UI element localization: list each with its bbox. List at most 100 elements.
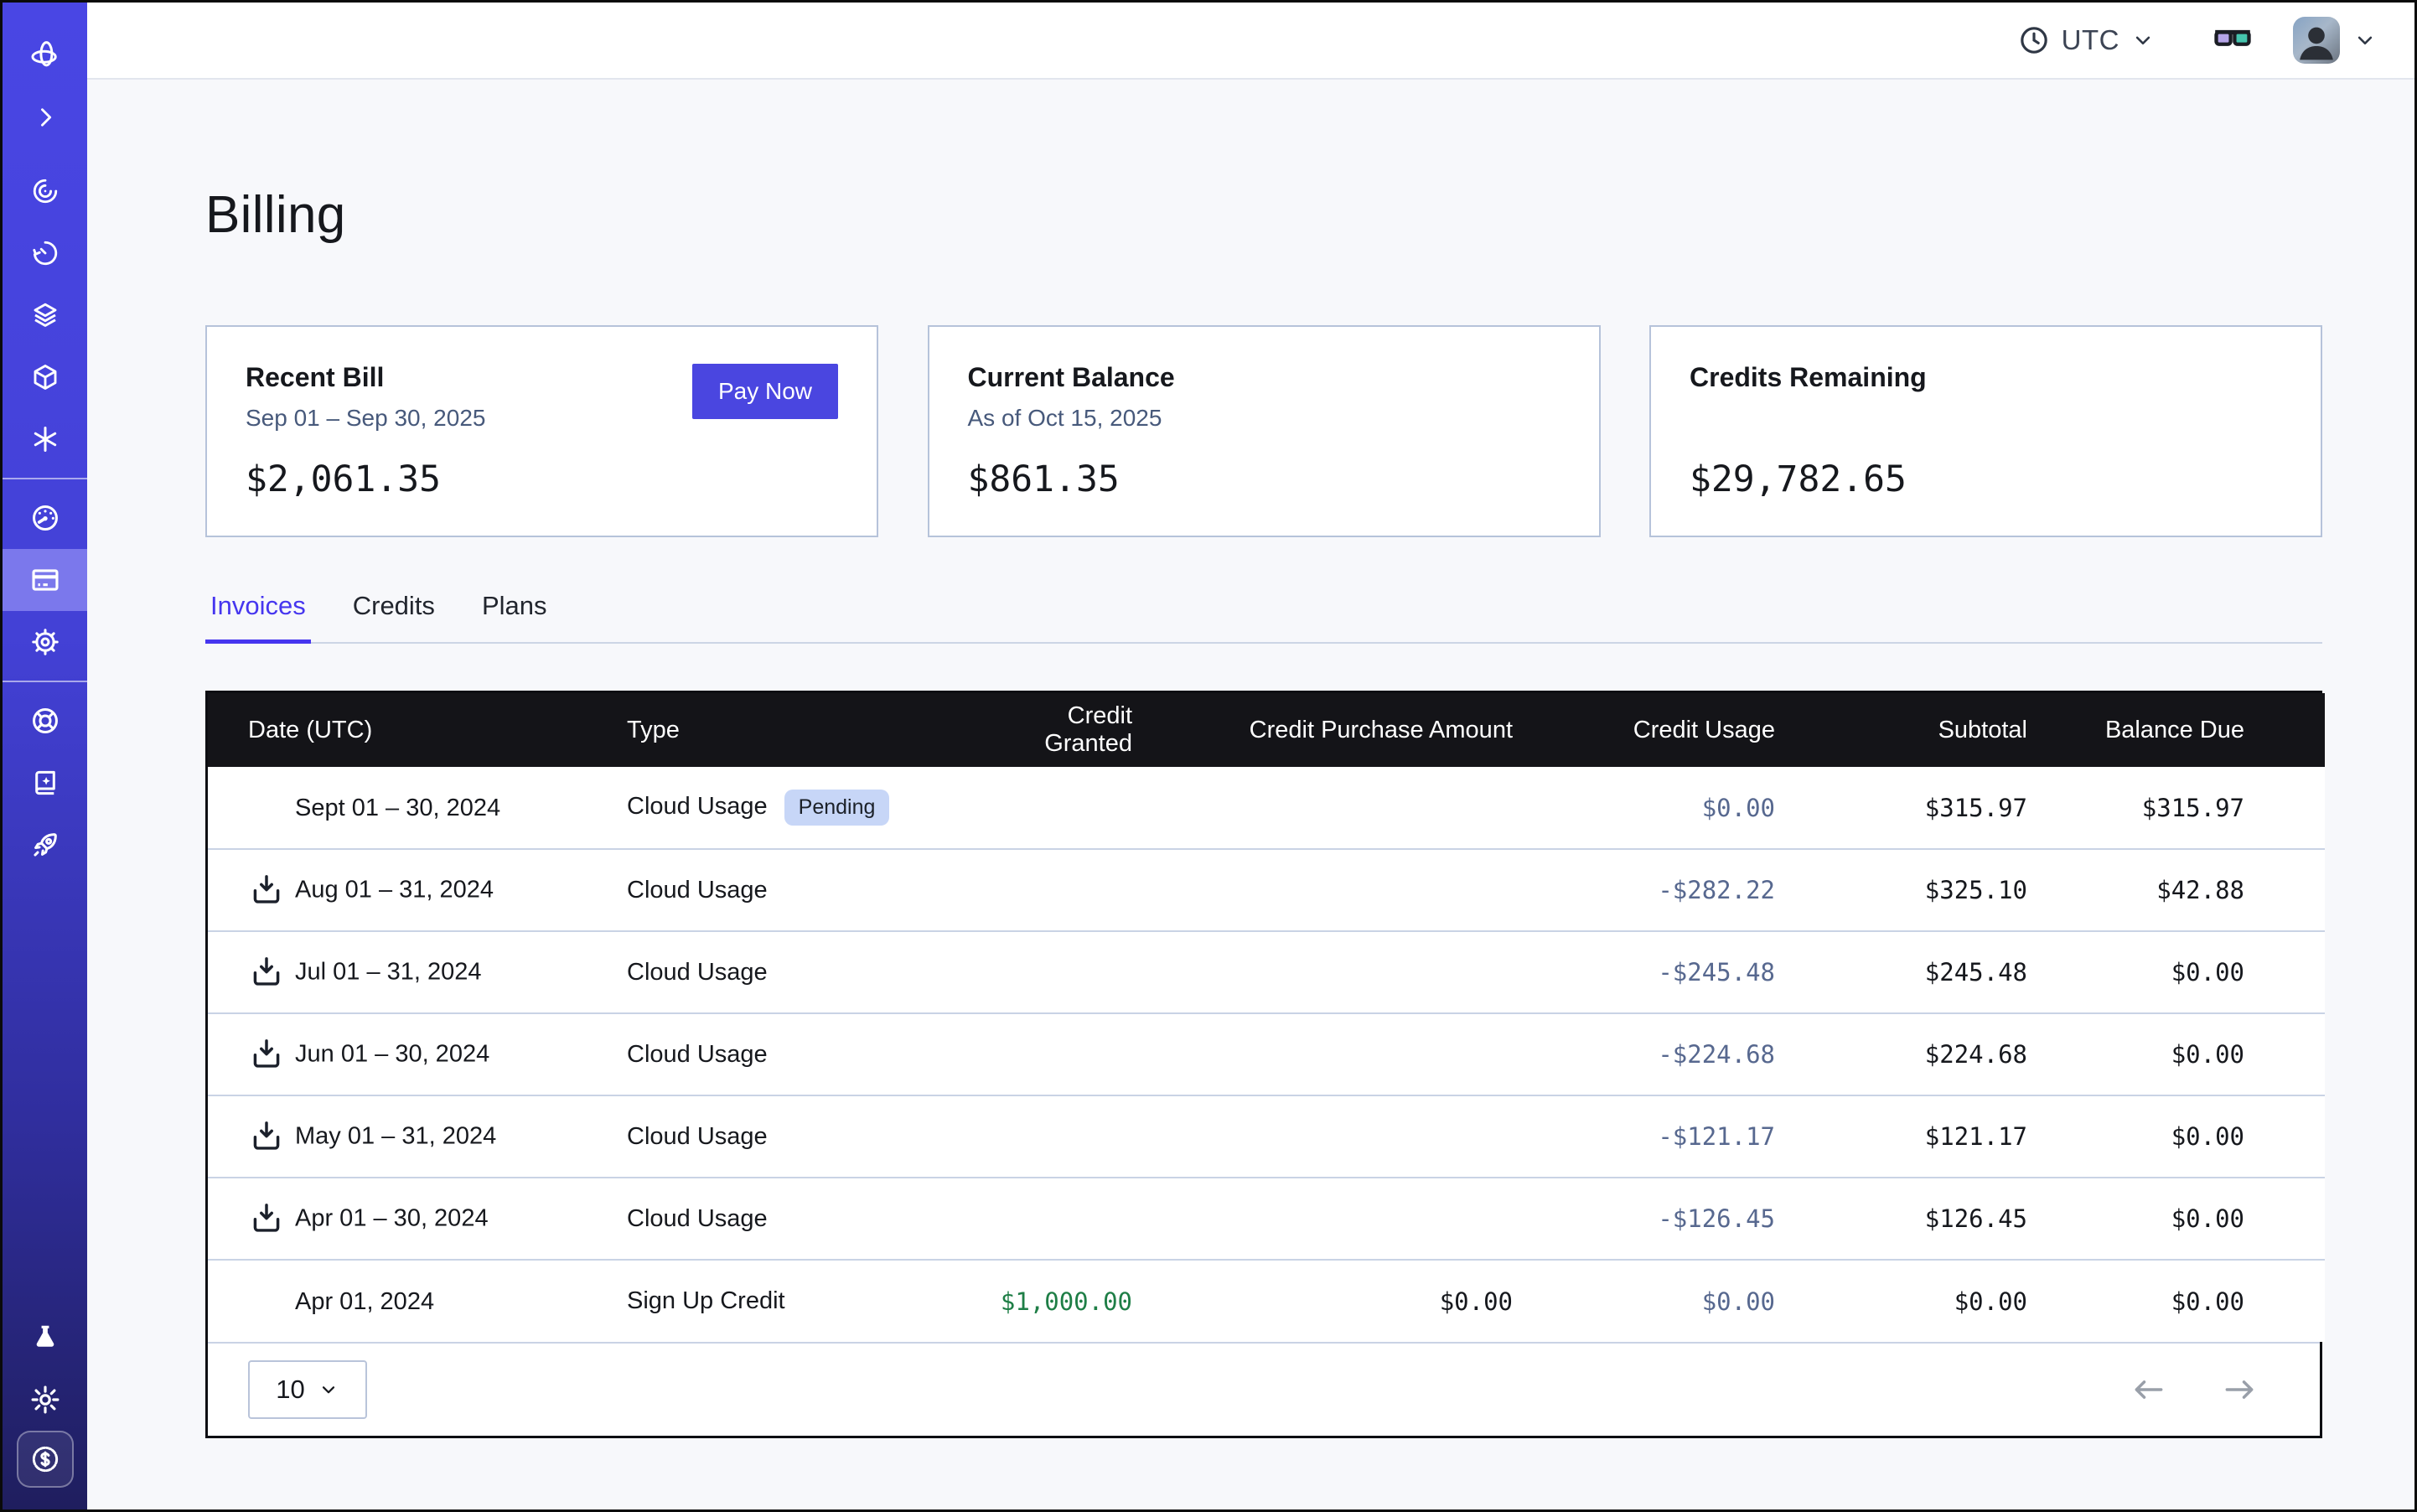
credit-purchase-amount-value xyxy=(1166,1178,1546,1260)
download-invoice-button[interactable] xyxy=(248,872,295,909)
tab-credits[interactable]: Credits xyxy=(348,591,440,642)
credit-usage-value: -$121.17 xyxy=(1546,1095,1809,1178)
clock-icon xyxy=(2017,23,2051,57)
schedules-icon[interactable] xyxy=(3,222,87,284)
invoice-table-body: Sept 01 – 30, 2024 Cloud Usage Pending $0.0… xyxy=(208,767,2325,1342)
subtotal-value: $245.48 xyxy=(1809,931,2061,1013)
download-icon xyxy=(248,954,285,991)
account-menu-button[interactable] xyxy=(2352,28,2378,53)
previous-page-button[interactable] xyxy=(2130,1371,2167,1408)
theme-sun-icon[interactable] xyxy=(3,1369,87,1431)
invoice-row: Jun 01 – 30, 2024Cloud Usage-$224.68$224… xyxy=(208,1013,2325,1095)
arrow-right-icon xyxy=(2221,1371,2258,1408)
balance-due-value: $42.88 xyxy=(2061,849,2325,931)
subtotal-value: $224.68 xyxy=(1809,1013,2061,1095)
subtotal-value: $126.45 xyxy=(1809,1178,2061,1260)
sidebar-divider xyxy=(3,681,87,682)
balance-due-value: $0.00 xyxy=(2061,931,2325,1013)
credit-usage-value: -$126.45 xyxy=(1546,1178,1809,1260)
cube-icon[interactable] xyxy=(3,346,87,408)
invoice-row: May 01 – 31, 2024Cloud Usage-$121.17$121… xyxy=(208,1095,2325,1178)
credit-usage-value: -$245.48 xyxy=(1546,931,1809,1013)
credit-granted-value xyxy=(973,1178,1166,1260)
invoice-type: Cloud Usage xyxy=(627,1041,768,1068)
layers-icon[interactable] xyxy=(3,284,87,346)
chevron-down-icon xyxy=(2352,28,2378,53)
page-size-select[interactable]: 10 xyxy=(248,1360,367,1419)
column-header-date: Date (UTC) xyxy=(208,693,627,767)
credit-purchase-amount-value xyxy=(1166,1095,1546,1178)
invoice-row: Apr 01, 2024Sign Up Credit$1,000.00$0.00… xyxy=(208,1260,2325,1342)
expand-chevron-right-icon[interactable] xyxy=(3,86,87,148)
billing-tabs: Invoices Credits Plans xyxy=(205,591,2322,644)
pay-now-button[interactable]: Pay Now xyxy=(692,364,838,419)
labs-flask-icon[interactable] xyxy=(3,1307,87,1369)
download-invoice-button[interactable] xyxy=(248,954,295,991)
chevron-down-icon xyxy=(2130,28,2156,53)
column-header-credit-usage: Credit Usage xyxy=(1546,693,1809,767)
column-header-balance-due: Balance Due xyxy=(2061,693,2325,767)
docs-book-icon[interactable] xyxy=(3,752,87,814)
invoice-date: Sept 01 – 30, 2024 xyxy=(295,794,500,821)
sidebar xyxy=(3,3,87,1509)
balance-due-value: $0.00 xyxy=(2061,1095,2325,1178)
column-header-credit-granted: Credit Granted xyxy=(973,693,1166,767)
invoice-row: Sept 01 – 30, 2024Cloud UsagePending$0.0… xyxy=(208,767,2325,849)
balance-due-value: $0.00 xyxy=(2061,1178,2325,1260)
credit-purchase-amount-value xyxy=(1166,931,1546,1013)
credit-granted-value xyxy=(973,767,1166,849)
credit-usage-value: $0.00 xyxy=(1546,1260,1809,1342)
avatar[interactable] xyxy=(2293,17,2340,64)
asterisk-icon[interactable] xyxy=(3,408,87,470)
credits-remaining-card: Credits Remaining $29,782.65 xyxy=(1649,325,2322,537)
invoice-date: Apr 01, 2024 xyxy=(295,1287,434,1314)
download-invoice-button[interactable] xyxy=(248,1118,295,1155)
invoice-type: Cloud Usage xyxy=(627,1205,768,1232)
temporal-logo-icon[interactable] xyxy=(3,24,87,86)
sidebar-item-billing[interactable] xyxy=(3,549,87,611)
download-icon xyxy=(248,1118,285,1155)
credit-purchase-amount-value: $0.00 xyxy=(1166,1260,1546,1342)
topbar: UTC xyxy=(87,3,2414,80)
credit-granted-value xyxy=(973,1095,1166,1178)
credit-granted-value xyxy=(973,1013,1166,1095)
namespaces-icon[interactable] xyxy=(3,160,87,222)
credit-purchase-amount-value xyxy=(1166,767,1546,849)
main-content: Billing Recent Bill Sep 01 – Sep 30, 202… xyxy=(87,81,2414,1509)
next-page-button[interactable] xyxy=(2221,1371,2258,1408)
chevron-down-icon xyxy=(318,1379,339,1401)
settings-gear-icon[interactable] xyxy=(3,611,87,673)
download-icon xyxy=(248,872,285,909)
balance-due-value: $0.00 xyxy=(2061,1013,2325,1095)
credit-usage-value: -$282.22 xyxy=(1546,849,1809,931)
timezone-selector[interactable]: UTC xyxy=(2017,23,2156,57)
credit-purchase-amount-value xyxy=(1166,1013,1546,1095)
invoices-table: Date (UTC) Type Credit Granted Credit Pu… xyxy=(205,691,2322,1438)
credits-remaining-amount: $29,782.65 xyxy=(1690,458,2282,500)
invoice-type: Cloud Usage xyxy=(627,877,768,904)
download-invoice-button[interactable] xyxy=(248,1200,295,1237)
support-lifebuoy-icon[interactable] xyxy=(3,690,87,752)
usage-gauge-icon[interactable] xyxy=(3,487,87,549)
subtotal-value: $0.00 xyxy=(1809,1260,2061,1342)
invoice-row: Jul 01 – 31, 2024Cloud Usage-$245.48$245… xyxy=(208,931,2325,1013)
credit-granted-value: $1,000.00 xyxy=(973,1260,1166,1342)
card-title: Current Balance xyxy=(968,362,1560,393)
feedback-glasses-button[interactable] xyxy=(2211,22,2254,59)
sidebar-divider xyxy=(3,478,87,479)
rocket-icon[interactable] xyxy=(3,814,87,876)
tab-plans[interactable]: Plans xyxy=(477,591,552,642)
download-invoice-button[interactable] xyxy=(248,1036,295,1073)
summary-cards: Recent Bill Sep 01 – Sep 30, 2025 $2,061… xyxy=(205,325,2322,537)
column-header-subtotal: Subtotal xyxy=(1809,693,2061,767)
invoice-row: Apr 01 – 30, 2024Cloud Usage-$126.45$126… xyxy=(208,1178,2325,1260)
status-badge: Pending xyxy=(784,790,890,826)
current-balance-card: Current Balance As of Oct 15, 2025 $861.… xyxy=(928,325,1601,537)
credits-promo-button[interactable] xyxy=(17,1431,74,1488)
invoice-date: Aug 01 – 31, 2024 xyxy=(295,877,494,904)
card-subtitle xyxy=(1690,405,2282,432)
page-size-value: 10 xyxy=(276,1375,304,1405)
tab-invoices[interactable]: Invoices xyxy=(205,591,311,642)
invoice-date: Jun 01 – 30, 2024 xyxy=(295,1041,489,1068)
billing-card-icon xyxy=(29,564,61,596)
